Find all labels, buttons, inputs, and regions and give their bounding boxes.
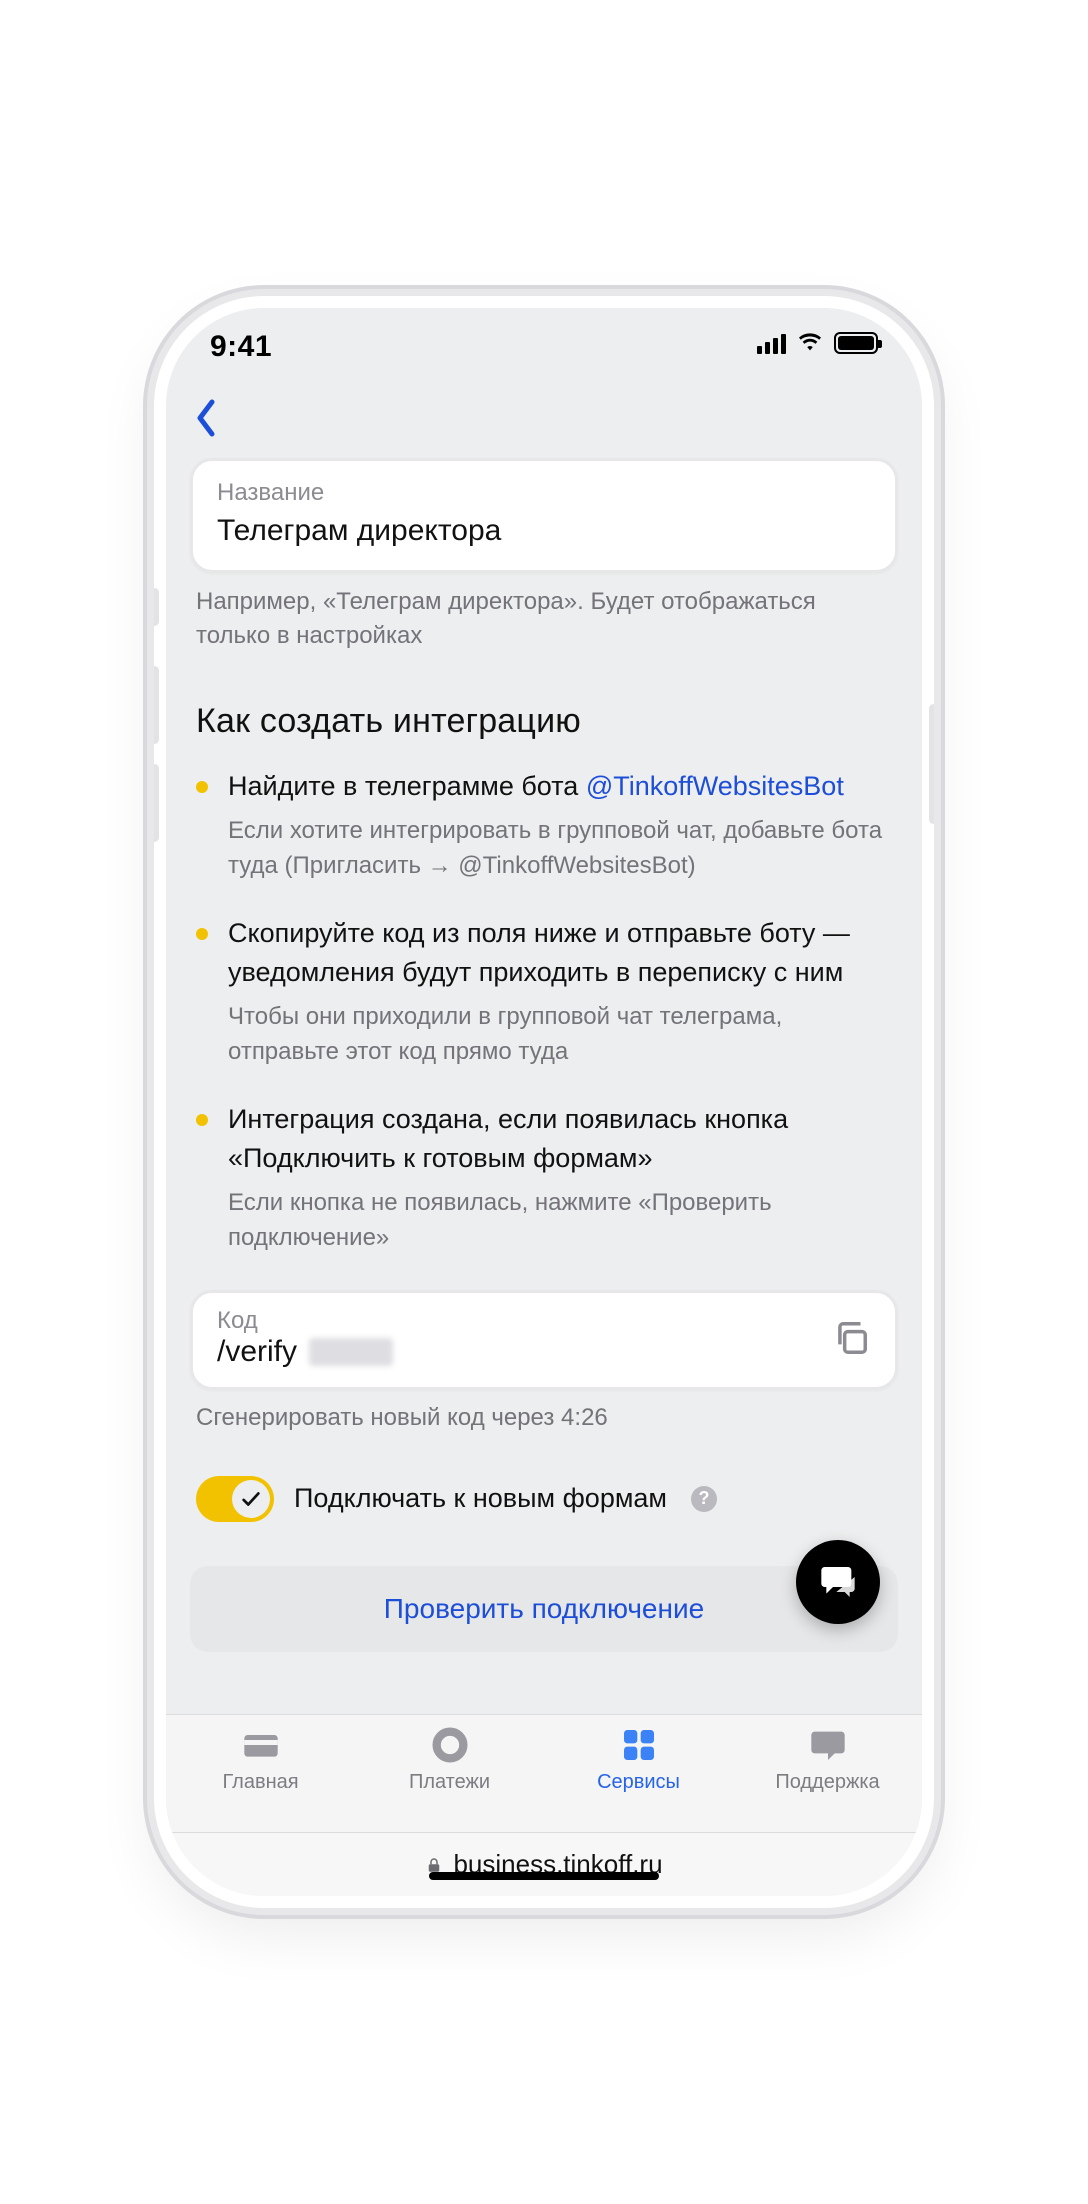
cellular-icon [757,332,786,354]
code-secret-masked [309,1338,393,1366]
circle-icon [430,1725,470,1765]
copy-button[interactable] [827,1314,875,1362]
bot-handle-link[interactable]: @TinkoffWebsitesBot [586,771,844,801]
step-2: Скопируйте код из поля ниже и отправьте … [196,914,892,1070]
code-label: Код [217,1307,811,1335]
check-icon [240,1488,262,1510]
volume-down-button [154,764,159,842]
grid-icon [619,1725,659,1765]
tab-support[interactable]: Поддержка [733,1725,922,1794]
tab-home-label: Главная [222,1771,298,1794]
copy-icon [832,1319,870,1357]
name-input-label: Название [217,475,871,511]
tab-services-label: Сервисы [597,1771,680,1794]
lock-icon [425,1856,443,1874]
step-1-sub: Если хотите интегрировать в групповой ча… [228,814,892,884]
tab-home[interactable]: Главная [166,1725,355,1794]
wifi-icon [796,332,824,354]
chat-fab[interactable] [796,1540,880,1624]
connect-new-forms-toggle[interactable] [196,1476,274,1522]
code-value: /verify [217,1335,297,1369]
chat-icon [818,1562,858,1602]
status-time: 9:41 [210,330,272,364]
tab-bar: Главная Платежи Сервисы [166,1714,922,1832]
bullet-icon [196,928,208,940]
bullet-icon [196,1114,208,1126]
browser-url-bar[interactable]: business.tinkoff.ru [166,1832,922,1896]
toggle-label: Подключать к новым формам [294,1483,667,1514]
regenerate-timer: Сгенерировать новый код через 4:26 [190,1390,898,1432]
step-3: Интеграция создана, если появилась кнопк… [196,1100,892,1256]
power-button [929,704,934,824]
support-chat-icon [808,1725,848,1765]
tab-payments[interactable]: Платежи [355,1725,544,1794]
battery-icon [834,332,878,354]
name-input-value: Телеграм директора [217,511,871,552]
verify-connection-button[interactable]: Проверить подключение [190,1566,898,1652]
name-input-card[interactable]: Название Телеграм директора [190,458,898,573]
step-3-sub: Если кнопка не появилась, нажмите «Прове… [228,1186,892,1256]
name-hint: Например, «Телеграм директора». Будет от… [190,573,898,655]
tab-payments-label: Платежи [409,1771,490,1794]
chevron-left-icon [190,398,222,438]
card-icon [241,1725,281,1765]
status-bar: 9:41 [166,308,922,388]
back-button[interactable] [190,398,222,443]
step-2-sub: Чтобы они приходили в групповой чат теле… [228,1000,892,1070]
tab-services[interactable]: Сервисы [544,1725,733,1794]
side-button [154,588,159,626]
section-title: Как создать интеграцию [190,654,898,761]
home-indicator[interactable] [429,1872,659,1880]
step-2-text: Скопируйте код из поля ниже и отправьте … [228,914,892,992]
code-field-card[interactable]: Код /verify [190,1290,898,1390]
step-1: Найдите в телеграмме бота @TinkoffWebsit… [196,767,892,884]
help-icon[interactable]: ? [691,1486,717,1512]
step-3-text: Интеграция создана, если появилась кнопк… [228,1100,892,1178]
bullet-icon [196,781,208,793]
tab-support-label: Поддержка [775,1771,879,1794]
volume-up-button [154,666,159,744]
step-1-text: Найдите в телеграмме бота [228,771,586,801]
